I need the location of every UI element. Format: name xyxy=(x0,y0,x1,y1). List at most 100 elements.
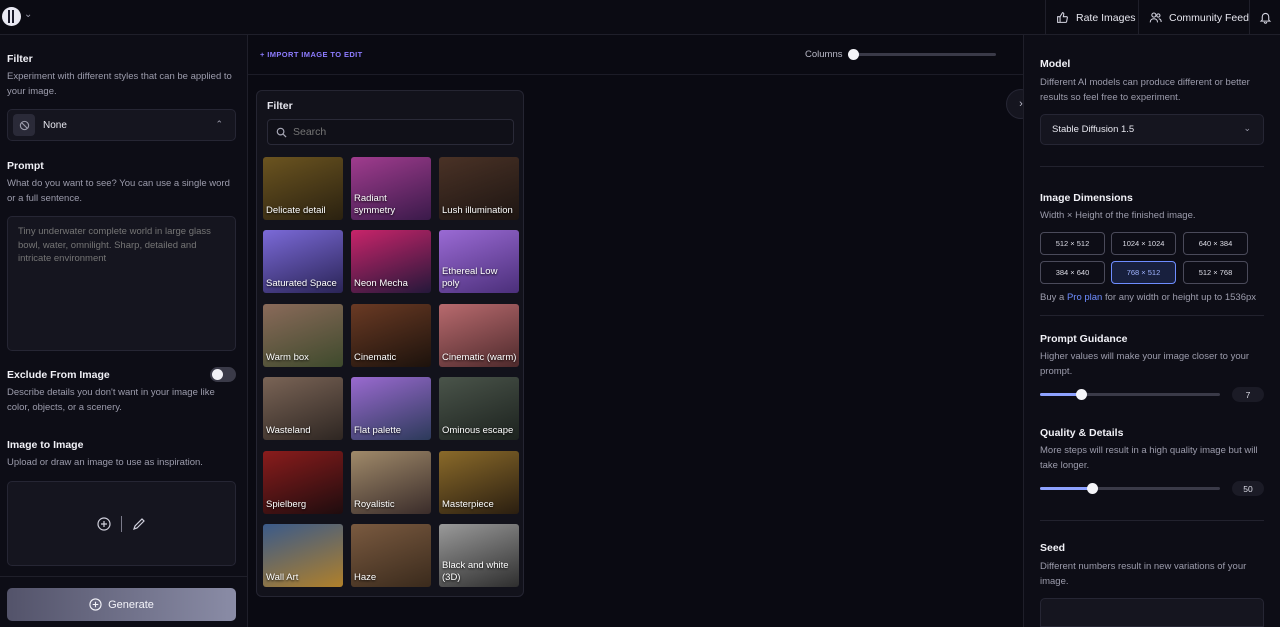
quality-slider-handle[interactable] xyxy=(1087,483,1099,494)
prompt-input[interactable] xyxy=(7,216,236,351)
generate-button[interactable]: Generate xyxy=(7,588,236,621)
dimension-option[interactable]: 768 × 512 xyxy=(1111,261,1176,284)
pencil-icon[interactable] xyxy=(132,517,146,531)
quality-value[interactable]: 50 xyxy=(1232,481,1264,496)
pro-plan-link[interactable]: Pro plan xyxy=(1067,292,1102,303)
filter-style-tile[interactable]: Spielberg xyxy=(263,450,343,514)
import-image-link[interactable]: + IMPORT IMAGE TO EDIT xyxy=(260,50,363,59)
chevron-up-icon: ⌃ xyxy=(215,119,223,129)
prompt-description: What do you want to see? You can use a s… xyxy=(7,178,230,204)
rate-images-label: Rate Images xyxy=(1076,11,1136,24)
section-divider xyxy=(1040,520,1264,521)
filter-style-label: Saturated Space xyxy=(266,278,337,290)
seed-title: Seed xyxy=(1040,542,1066,554)
filter-search-input[interactable] xyxy=(293,126,503,138)
columns-slider-track[interactable] xyxy=(853,53,996,56)
filter-description: Experiment with different styles that ca… xyxy=(7,71,232,97)
filter-style-label: Ominous escape xyxy=(442,425,514,437)
filter-style-label: Cinematic xyxy=(354,351,397,363)
filter-style-label: Ethereal Low poly xyxy=(442,266,498,290)
rate-images-button[interactable]: Rate Images xyxy=(1045,0,1146,35)
quality-title: Quality & Details xyxy=(1040,427,1124,439)
filter-style-label: Flat palette xyxy=(354,425,401,437)
dimension-option[interactable]: 640 × 384 xyxy=(1183,232,1248,255)
filter-style-label: Lush illumination xyxy=(442,205,513,216)
filter-style-tile[interactable]: Lush illumination xyxy=(439,157,519,220)
filter-style-tile[interactable]: Cinematic (warm) xyxy=(439,303,519,367)
filter-style-tile[interactable]: Masterpiece xyxy=(439,450,519,514)
chevron-down-icon[interactable]: ⌄ xyxy=(24,9,32,20)
users-icon xyxy=(1149,12,1162,23)
prompt-title: Prompt xyxy=(7,160,44,172)
filter-style-label: Neon Mecha xyxy=(354,278,408,290)
image-upload-area[interactable] xyxy=(7,481,236,566)
filter-style-tile[interactable]: Saturated Space xyxy=(263,230,343,294)
exclude-description: Describe details you don't want in your … xyxy=(7,387,215,413)
dimensions-description: Width × Height of the finished image. xyxy=(1040,210,1196,221)
filter-style-tile[interactable]: Radiant symmetry xyxy=(351,157,431,220)
model-select-value: Stable Diffusion 1.5 xyxy=(1052,124,1135,135)
guidance-slider-handle[interactable] xyxy=(1076,389,1088,400)
model-select[interactable]: Stable Diffusion 1.5 ⌄ xyxy=(1040,114,1264,145)
filter-style-tile[interactable]: Wasteland xyxy=(263,377,343,441)
dimension-option[interactable]: 512 × 768 xyxy=(1183,261,1248,284)
guidance-description: Higher values will make your image close… xyxy=(1040,351,1250,377)
pro-prefix: Buy a xyxy=(1040,292,1065,303)
canvas-toolbar: + IMPORT IMAGE TO EDIT Columns xyxy=(248,35,1023,75)
dimension-option[interactable]: 1024 × 1024 xyxy=(1111,232,1176,255)
filter-title: Filter xyxy=(7,53,33,65)
community-feed-button[interactable]: Community Feed xyxy=(1138,0,1259,35)
notifications-button[interactable] xyxy=(1249,0,1280,35)
filter-style-label: Cinematic (warm) xyxy=(442,351,517,363)
pro-plan-note: Buy a Pro plan for any width or height u… xyxy=(1040,290,1268,305)
filter-style-label: Warm box xyxy=(266,351,309,363)
filter-panel-title: Filter xyxy=(267,100,293,112)
filter-style-label: Spielberg xyxy=(266,498,307,510)
exclude-toggle[interactable] xyxy=(210,367,236,382)
community-feed-label: Community Feed xyxy=(1169,11,1249,24)
dimensions-title: Image Dimensions xyxy=(1040,192,1133,204)
bell-icon xyxy=(1259,12,1271,24)
filter-style-label: Delicate detail xyxy=(266,205,326,216)
filter-style-tile[interactable]: Ethereal Low poly xyxy=(439,230,519,294)
img2img-title: Image to Image xyxy=(7,439,84,451)
filter-style-tile[interactable]: Wall Art xyxy=(263,524,343,587)
generate-label: Generate xyxy=(108,598,154,611)
model-title: Model xyxy=(1040,58,1071,70)
filter-style-tile[interactable]: Royalistic xyxy=(351,450,431,514)
top-bar: ⌄ Rate Images Community Feed xyxy=(0,0,1280,35)
filter-style-label: Royalistic xyxy=(354,498,395,510)
columns-label: Columns xyxy=(805,49,843,60)
filter-select-value: None xyxy=(43,119,67,131)
section-divider xyxy=(1040,315,1264,316)
search-icon xyxy=(276,127,287,138)
seed-input[interactable] xyxy=(1040,598,1264,627)
upload-divider xyxy=(121,515,122,532)
generate-divider xyxy=(0,576,248,577)
guidance-value[interactable]: 7 xyxy=(1232,387,1264,402)
filter-style-tile[interactable]: Black and white (3D) xyxy=(439,524,519,587)
none-icon xyxy=(13,114,35,136)
dimension-option[interactable]: 384 × 640 xyxy=(1040,261,1105,284)
filter-select[interactable]: None ⌃ xyxy=(7,109,236,141)
filter-style-tile[interactable]: Ominous escape xyxy=(439,377,519,441)
guidance-title: Prompt Guidance xyxy=(1040,333,1128,345)
filter-style-tile[interactable]: Neon Mecha xyxy=(351,230,431,294)
columns-slider-handle[interactable] xyxy=(848,49,859,60)
seed-description: Different numbers result in new variatio… xyxy=(1040,561,1247,587)
dimension-option[interactable]: 512 × 512 xyxy=(1040,232,1105,255)
filter-style-tile[interactable]: Haze xyxy=(351,524,431,587)
img2img-description: Upload or draw an image to use as inspir… xyxy=(7,457,203,468)
filter-style-tile[interactable]: Flat palette xyxy=(351,377,431,441)
filter-search-box[interactable] xyxy=(267,119,514,145)
chevron-down-icon: ⌄ xyxy=(1243,123,1251,133)
filter-style-tile[interactable]: Delicate detail xyxy=(263,157,343,220)
thumbs-up-icon xyxy=(1057,12,1068,23)
app-logo-icon[interactable] xyxy=(2,7,21,26)
quality-description: More steps will result in a high quality… xyxy=(1040,445,1258,471)
guidance-slider-fill xyxy=(1040,393,1082,396)
filter-style-tile[interactable]: Warm box xyxy=(263,303,343,367)
filter-style-tile[interactable]: Cinematic xyxy=(351,303,431,367)
filter-style-label: Haze xyxy=(354,572,377,583)
add-circle-icon[interactable] xyxy=(97,516,111,531)
